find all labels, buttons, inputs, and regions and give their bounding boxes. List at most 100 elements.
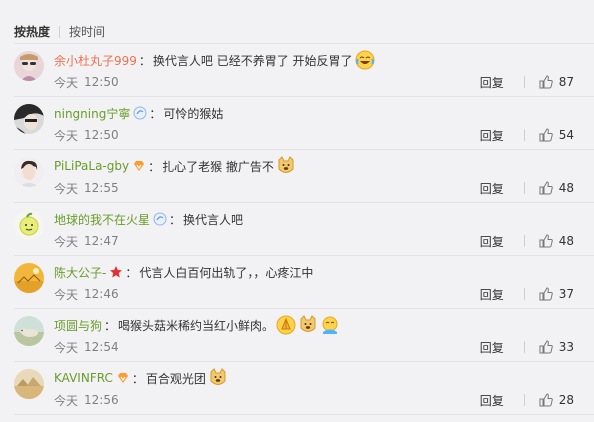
- comment-date: 今天: [54, 340, 79, 355]
- comment-date: 今天: [54, 75, 79, 90]
- comment-item: 地球的我不在火星 ：换代言人吧 今天 12:47 回复 48: [14, 203, 594, 256]
- like-button[interactable]: 87: [539, 75, 574, 89]
- username[interactable]: KAVINFRC: [54, 371, 113, 385]
- thumbs-up-icon: [539, 393, 553, 407]
- action-divider: [523, 341, 525, 353]
- colon: ：: [148, 159, 161, 174]
- comment-text: 换代言人吧: [183, 212, 244, 227]
- comment-time: 12:54: [84, 340, 119, 354]
- like-button[interactable]: 48: [539, 234, 574, 248]
- username[interactable]: 地球的我不在火星: [54, 211, 150, 228]
- comment-date: 今天: [54, 287, 79, 302]
- comment-meta: 今天 12:47: [54, 233, 119, 249]
- like-button[interactable]: 33: [539, 340, 574, 354]
- like-count: 33: [558, 340, 574, 354]
- reply-button[interactable]: 回复: [480, 74, 504, 91]
- like-button[interactable]: 28: [539, 393, 574, 407]
- comment-time: 12:50: [84, 128, 119, 142]
- comment-item: PiLiPaLa-gby ：扎心了老猴 撤广告不 今天 12:55 回复 48: [14, 150, 594, 203]
- like-count: 54: [558, 128, 574, 142]
- member-badge-icon: [133, 106, 147, 120]
- colon: ：: [138, 53, 151, 68]
- comment-date: 今天: [54, 234, 79, 249]
- comment-text: 可怜的猴姑: [163, 106, 224, 121]
- avatar[interactable]: [14, 210, 44, 240]
- username[interactable]: 余小杜丸子999: [54, 52, 137, 69]
- sort-tabs: 按热度 按时间: [14, 24, 105, 40]
- doge-emoji-icon: [208, 368, 228, 388]
- comment-text: 喝猴头菇米稀约当红小鲜肉。: [118, 318, 275, 333]
- reply-button[interactable]: 回复: [480, 392, 504, 409]
- like-count: 87: [558, 75, 574, 89]
- colon: ：: [125, 265, 138, 280]
- colon: ：: [169, 212, 182, 227]
- action-divider: [523, 394, 525, 406]
- reply-button[interactable]: 回复: [480, 180, 504, 197]
- avatar[interactable]: [14, 104, 44, 134]
- comment-item: 项圆与狗：喝猴头菇米稀约当红小鲜肉。 今天 12:54 回复 33: [14, 309, 594, 362]
- like-count: 48: [558, 234, 574, 248]
- username[interactable]: PiLiPaLa-gby: [54, 159, 129, 173]
- action-divider: [523, 76, 525, 88]
- comment-meta: 今天 12:50: [54, 127, 119, 143]
- comment-list: 余小杜丸子999：换代言人吧 已经不养胃了 开始反胃了 今天 12:50 回复 8…: [0, 44, 594, 415]
- doge-emoji-icon: [298, 315, 318, 335]
- comment-meta: 今天 12:46: [54, 286, 119, 302]
- comment-time: 12:50: [84, 75, 119, 89]
- colon: ：: [131, 371, 144, 386]
- vip-badge-icon: [132, 159, 146, 173]
- tab-divider: [59, 26, 61, 38]
- avatar[interactable]: [14, 51, 44, 81]
- member-badge-icon: [153, 212, 167, 226]
- reply-button[interactable]: 回复: [480, 339, 504, 356]
- colon: ：: [104, 318, 117, 333]
- avatar[interactable]: [14, 369, 44, 399]
- thumbs-up-icon: [539, 287, 553, 301]
- like-count: 48: [558, 181, 574, 195]
- comment-meta: 今天 12:56: [54, 392, 119, 408]
- like-button[interactable]: 37: [539, 287, 574, 301]
- doge-emoji-icon: [276, 156, 296, 176]
- comment-text: 扎心了老猴 撤广告不: [162, 159, 274, 174]
- comment-item: KAVINFRC ：百合观光团 今天 12:56 回复 28: [14, 362, 594, 415]
- avatar[interactable]: [14, 263, 44, 293]
- thumbs-up-icon: [539, 234, 553, 248]
- thumbs-up-icon: [539, 128, 553, 142]
- tab-sort-by-time[interactable]: 按时间: [69, 24, 105, 40]
- username[interactable]: 项圆与狗: [54, 317, 102, 334]
- colon: ：: [149, 106, 162, 121]
- action-divider: [523, 235, 525, 247]
- username[interactable]: ningning宁寧: [54, 105, 130, 122]
- comment-time: 12:47: [84, 234, 119, 248]
- praying-hands-emoji-icon: [276, 315, 296, 335]
- shy-face-emoji-icon: [320, 315, 340, 335]
- action-divider: [523, 129, 525, 141]
- reply-button[interactable]: 回复: [480, 127, 504, 144]
- comment-item: ningning宁寧 ：可怜的猴姑 今天 12:50 回复 54: [14, 97, 594, 150]
- comment-date: 今天: [54, 128, 79, 143]
- thumbs-up-icon: [539, 181, 553, 195]
- comment-text: 百合观光团: [145, 371, 206, 386]
- comment-date: 今天: [54, 393, 79, 408]
- reply-button[interactable]: 回复: [480, 286, 504, 303]
- tab-sort-by-hot[interactable]: 按热度: [14, 24, 50, 40]
- like-button[interactable]: 54: [539, 128, 574, 142]
- comment-date: 今天: [54, 181, 79, 196]
- like-count: 37: [558, 287, 574, 301]
- comment-time: 12:46: [84, 287, 119, 301]
- action-divider: [523, 182, 525, 194]
- star-badge-icon: [109, 265, 123, 279]
- action-divider: [523, 288, 525, 300]
- comment-item: 陈大公子- ：代言人白百何出轨了，，心疼江中 今天 12:46 回复 37: [14, 256, 594, 309]
- avatar[interactable]: [14, 316, 44, 346]
- comment-time: 12:56: [84, 393, 119, 407]
- avatar[interactable]: [14, 157, 44, 187]
- like-count: 28: [558, 393, 574, 407]
- thumbs-up-icon: [539, 75, 553, 89]
- like-button[interactable]: 48: [539, 181, 574, 195]
- laugh-cry-emoji-icon: [355, 50, 375, 70]
- reply-button[interactable]: 回复: [480, 233, 504, 250]
- username[interactable]: 陈大公子-: [54, 264, 106, 281]
- vip-badge-icon: [116, 371, 130, 385]
- comment-meta: 今天 12:55: [54, 180, 119, 196]
